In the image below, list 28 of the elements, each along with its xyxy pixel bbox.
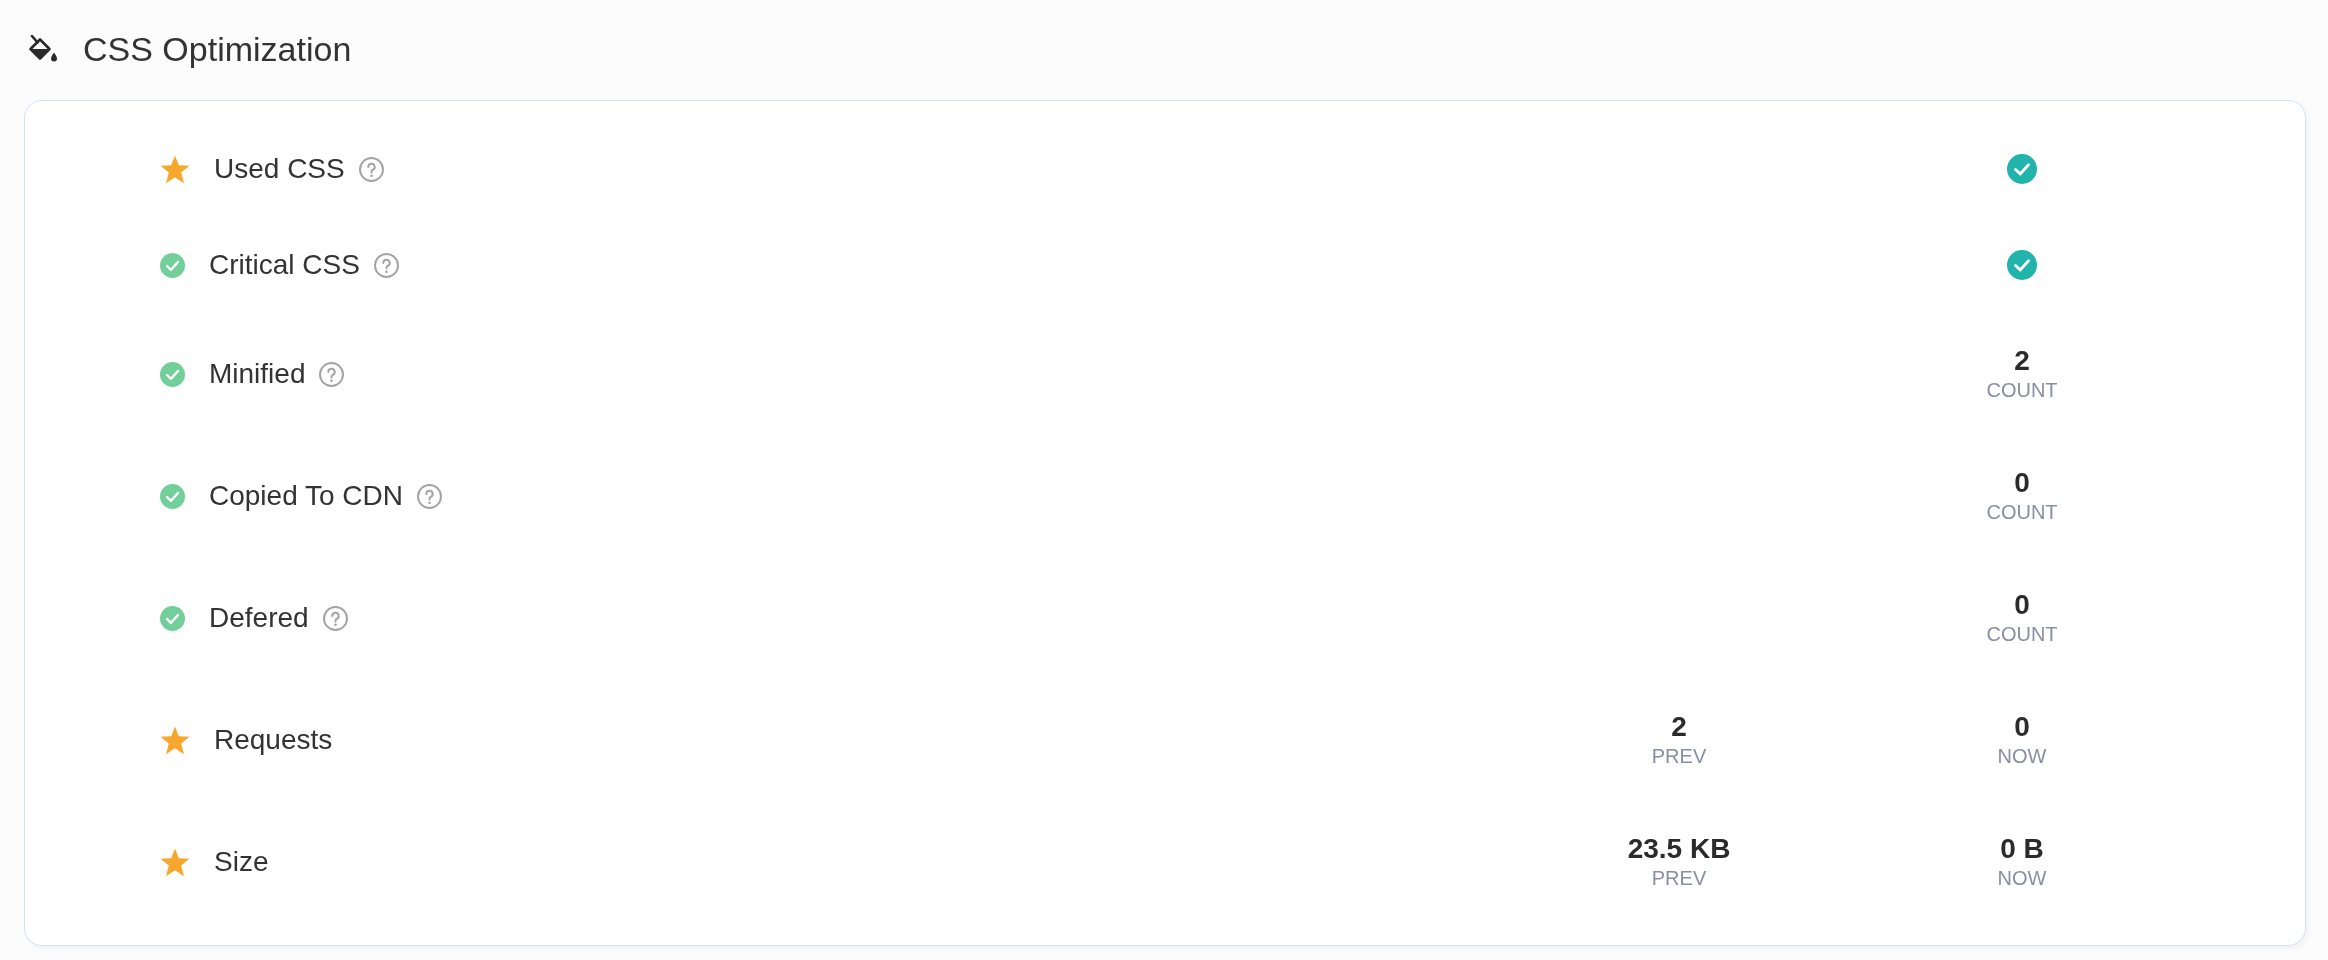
metric-caption: NOW bbox=[1997, 745, 2047, 768]
metric-label: Requests bbox=[214, 725, 333, 755]
metric-value: 0 bbox=[2014, 590, 2030, 620]
paint-bucket-icon bbox=[28, 35, 58, 63]
metric-value: 23.5 KB bbox=[1627, 834, 1731, 864]
section-title: CSS Optimization bbox=[83, 29, 352, 69]
metric-caption: PREV bbox=[1651, 745, 1707, 768]
metric-caption: COUNT bbox=[1986, 501, 2058, 524]
help-icon[interactable] bbox=[373, 252, 399, 278]
metric-value: 2 bbox=[2014, 346, 2030, 376]
metric-value: 0 bbox=[2014, 468, 2030, 498]
metric-caption: PREV bbox=[1651, 867, 1707, 890]
metric-label: Size bbox=[214, 847, 269, 877]
metric-label: Copied To CDN bbox=[209, 481, 404, 511]
metric-value: 2 bbox=[1671, 712, 1687, 742]
help-icon[interactable] bbox=[417, 483, 443, 509]
help-icon[interactable] bbox=[319, 361, 345, 387]
metric-label: Minified bbox=[209, 359, 306, 389]
metric-caption: COUNT bbox=[1986, 623, 2058, 646]
metric-value: 0 B bbox=[2000, 834, 2044, 864]
help-icon[interactable] bbox=[358, 156, 384, 182]
metric-label: Used CSS bbox=[214, 154, 345, 184]
metric-value: 0 bbox=[2014, 712, 2030, 742]
metric-label: Critical CSS bbox=[209, 250, 360, 280]
metric-caption: NOW bbox=[1997, 867, 2047, 890]
metric-caption: COUNT bbox=[1986, 379, 2058, 402]
help-icon[interactable] bbox=[322, 605, 348, 631]
metric-label: Defered bbox=[209, 603, 309, 633]
